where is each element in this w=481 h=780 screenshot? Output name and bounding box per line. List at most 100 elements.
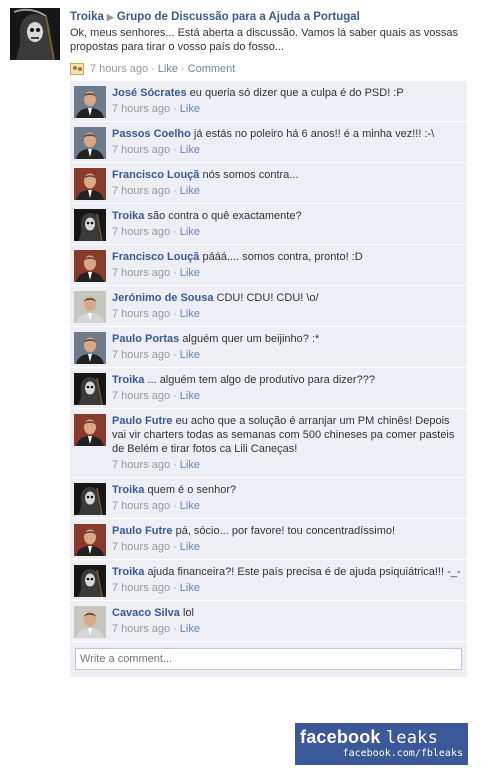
comment-time[interactable]: 7 hours ago — [112, 390, 170, 402]
comment-meta: 7 hours ago · Like — [112, 225, 461, 239]
comment-meta: 7 hours ago · Like — [112, 622, 461, 636]
separator-dot: · — [173, 144, 177, 156]
commenter-avatar[interactable] — [74, 373, 106, 405]
separator-dot: · — [173, 103, 177, 115]
commenter-avatar[interactable] — [74, 250, 106, 282]
commenter-avatar[interactable] — [74, 606, 106, 638]
commenter-name[interactable]: Cavaco Silva — [112, 607, 180, 619]
commenter-avatar[interactable] — [74, 524, 106, 556]
comment-time[interactable]: 7 hours ago — [112, 623, 170, 635]
commenter-avatar[interactable] — [74, 483, 106, 515]
badge-facebook: facebook — [300, 727, 381, 747]
comment-like-link[interactable]: Like — [180, 500, 200, 512]
comment-time[interactable]: 7 hours ago — [112, 103, 170, 115]
separator-dot: · — [173, 390, 177, 402]
comment-like-link[interactable]: Like — [180, 541, 200, 553]
separator-dot: · — [151, 63, 155, 75]
comment-meta: 7 hours ago · Like — [112, 307, 461, 321]
comment-like-link[interactable]: Like — [180, 623, 200, 635]
comment-text: CDU! CDU! CDU! \o/ — [216, 292, 319, 304]
commenter-name[interactable]: Francisco Louçã — [112, 251, 199, 263]
comment-text: lol — [182, 607, 194, 619]
comment-time[interactable]: 7 hours ago — [112, 349, 170, 361]
comment-like-link[interactable]: Like — [180, 226, 200, 238]
comment-like-link[interactable]: Like — [180, 459, 200, 471]
separator-dot: · — [173, 349, 177, 361]
comment-text-line: Cavaco Silva lol — [112, 606, 461, 620]
comment-item: Troika ... alguém tem algo de produtivo … — [70, 368, 467, 409]
comment-time[interactable]: 7 hours ago — [112, 267, 170, 279]
post-comment-link[interactable]: Comment — [188, 63, 236, 75]
comment-like-link[interactable]: Like — [180, 582, 200, 594]
comment-meta: 7 hours ago · Like — [112, 348, 461, 362]
comment-text: alguém quer um beijinho? :* — [182, 333, 320, 345]
comment-like-link[interactable]: Like — [180, 267, 200, 279]
commenter-name[interactable]: Paulo Portas — [112, 333, 179, 345]
facebook-leaks-badge: facebook leaks facebook.com/fbleaks — [295, 723, 468, 765]
comment-text-line: Francisco Louçã pááá.... somos contra, p… — [112, 250, 461, 264]
comment-text-line: Troika quem é o senhor? — [112, 483, 461, 497]
comment-time[interactable]: 7 hours ago — [112, 582, 170, 594]
comment-item: Paulo Futre eu acho que a solução é arra… — [70, 409, 467, 478]
comment-item: Troika são contra o quê exactamente? 7 ho… — [70, 204, 467, 245]
commenter-name[interactable]: Passos Coelho — [112, 128, 191, 140]
post-author[interactable]: Troika — [70, 11, 104, 23]
commenter-name[interactable]: Troika — [112, 374, 144, 386]
comment-time[interactable]: 7 hours ago — [112, 541, 170, 553]
commenter-avatar[interactable] — [74, 168, 106, 200]
group-icon — [70, 63, 84, 75]
comment-time[interactable]: 7 hours ago — [112, 500, 170, 512]
badge-url: facebook.com/fbleaks — [342, 748, 463, 759]
comment-meta: 7 hours ago · Like — [112, 499, 461, 513]
commenter-name[interactable]: Troika — [112, 566, 144, 578]
commenter-avatar[interactable] — [74, 332, 106, 364]
post-like-link[interactable]: Like — [158, 63, 178, 75]
comment-meta: 7 hours ago · Like — [112, 389, 461, 403]
comment-time[interactable]: 7 hours ago — [112, 459, 170, 471]
commenter-avatar[interactable] — [74, 414, 106, 446]
comment-time[interactable]: 7 hours ago — [112, 185, 170, 197]
comment-time[interactable]: 7 hours ago — [112, 226, 170, 238]
commenter-avatar[interactable] — [74, 127, 106, 159]
comment-text-line: Paulo Futre pá, sócio... por favore! tou… — [112, 524, 461, 538]
commenter-name[interactable]: Troika — [112, 484, 144, 496]
troika-avatar[interactable] — [10, 8, 60, 60]
comment-text: já estás no poleiro há 6 anos!! é a minh… — [193, 128, 435, 140]
post-body: Troika ▶ Grupo de Discussão para a Ajuda a… — [70, 10, 470, 54]
comment-like-link[interactable]: Like — [180, 103, 200, 115]
commenter-name[interactable]: Paulo Futre — [112, 525, 173, 537]
comment-item: Cavaco Silva lol 7 hours ago · Like — [70, 601, 467, 642]
commenter-avatar[interactable] — [74, 565, 106, 597]
comment-like-link[interactable]: Like — [180, 308, 200, 320]
comment-item: Paulo Portas alguém quer um beijinho? :*… — [70, 327, 467, 368]
comment-meta: 7 hours ago · Like — [112, 266, 461, 280]
commenter-avatar[interactable] — [74, 209, 106, 241]
comment-text-line: Troika ajuda financeira?! Este país prec… — [112, 565, 461, 579]
arrow-right-icon: ▶ — [106, 12, 114, 22]
separator-dot: · — [173, 267, 177, 279]
post-group[interactable]: Grupo de Discussão para a Ajuda a Portug… — [117, 11, 360, 23]
write-comment-input[interactable] — [75, 648, 462, 670]
comment-meta: 7 hours ago · Like — [112, 458, 461, 472]
post-time[interactable]: 7 hours ago — [90, 63, 148, 75]
commenter-name[interactable]: Paulo Futre — [112, 415, 173, 427]
commenter-name[interactable]: Francisco Louçã — [112, 169, 199, 181]
comment-text-line: Paulo Futre eu acho que a solução é arra… — [112, 414, 461, 456]
commenter-name[interactable]: José Sócrates — [112, 87, 187, 99]
comment-item: Francisco Louçã nós somos contra... 7 hou… — [70, 163, 467, 204]
comment-time[interactable]: 7 hours ago — [112, 308, 170, 320]
commenter-avatar[interactable] — [74, 291, 106, 323]
comment-time[interactable]: 7 hours ago — [112, 144, 170, 156]
comment-item: Paulo Futre pá, sócio... por favore! tou… — [70, 519, 467, 560]
comment-item: Jerónimo de Sousa CDU! CDU! CDU! \o/7 ho… — [70, 286, 467, 327]
commenter-name[interactable]: Troika — [112, 210, 144, 222]
commenter-avatar[interactable] — [74, 86, 106, 118]
comment-like-link[interactable]: Like — [180, 185, 200, 197]
commenter-name[interactable]: Jerónimo de Sousa — [112, 292, 213, 304]
comment-like-link[interactable]: Like — [180, 349, 200, 361]
post-header: Troika ▶ Grupo de Discussão para a Ajuda a… — [70, 10, 470, 25]
comment-like-link[interactable]: Like — [180, 144, 200, 156]
comment-like-link[interactable]: Like — [180, 390, 200, 402]
comment-text: são contra o quê exactamente? — [147, 210, 302, 222]
separator-dot: · — [180, 63, 185, 75]
